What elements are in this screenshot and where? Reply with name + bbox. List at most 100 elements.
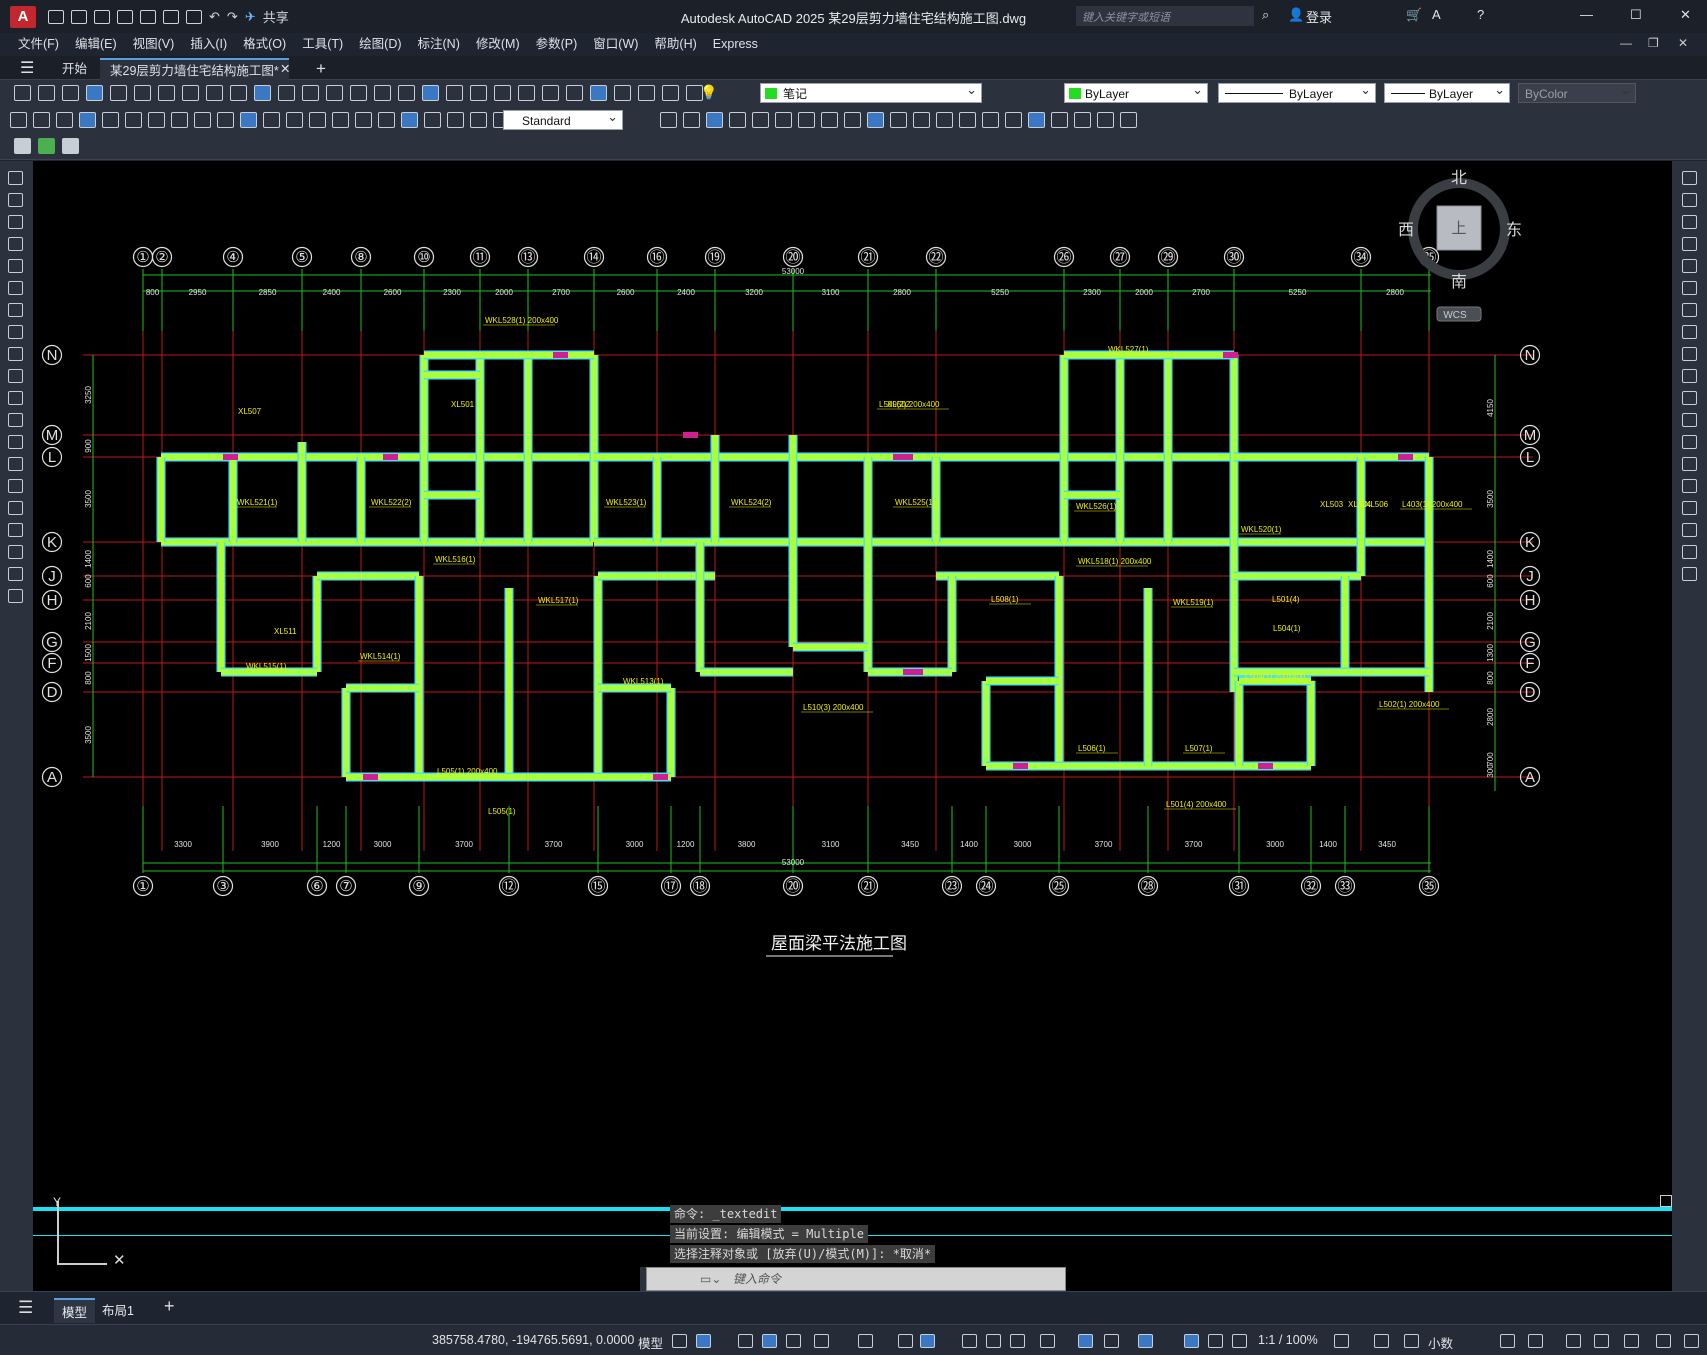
standard-tool-26-icon[interactable] — [638, 85, 655, 101]
draw-tool-19-icon[interactable] — [447, 112, 464, 128]
lock-ui-icon[interactable] — [1528, 1334, 1543, 1348]
standard-tool-5-icon[interactable] — [134, 85, 151, 101]
standard-tool-21-icon[interactable] — [518, 85, 535, 101]
close-button[interactable]: ✕ — [1680, 7, 1691, 23]
auto-scale-icon[interactable] — [1208, 1334, 1223, 1348]
menu-draw[interactable]: 绘图(D) — [351, 33, 409, 56]
text-style-dropdown[interactable]: Standard — [503, 107, 623, 130]
menu-format[interactable]: 格式(O) — [235, 33, 294, 56]
draw-tool-20-icon[interactable] — [470, 112, 487, 128]
standard-tool-4-icon[interactable] — [110, 85, 127, 101]
linetype-dropdown[interactable]: ByLayer — [1218, 80, 1376, 103]
3d-osnap-icon[interactable] — [1040, 1334, 1055, 1348]
infer-constraints-icon[interactable] — [738, 1334, 753, 1348]
modify-palette-142-icon[interactable] — [1682, 303, 1697, 317]
standard-tool-9-icon[interactable] — [230, 85, 247, 101]
menu-edit[interactable]: 编辑(E) — [67, 33, 125, 56]
draw-tool-31-icon[interactable] — [867, 112, 884, 128]
draw-tool-18-icon[interactable] — [424, 112, 441, 128]
cart-icon[interactable]: 🛒 — [1406, 7, 1422, 23]
annotation-visibility-icon[interactable] — [1184, 1334, 1199, 1348]
draw-palette-208-icon[interactable] — [8, 369, 23, 383]
undo-icon[interactable]: ↶ — [209, 9, 220, 25]
help-icon[interactable]: ? — [1477, 7, 1484, 22]
modify-palette-10-icon[interactable] — [1682, 171, 1697, 185]
draw-tool-27-icon[interactable] — [775, 112, 792, 128]
modify-palette-120-icon[interactable] — [1682, 281, 1697, 295]
menu-file[interactable]: 文件(F) — [10, 33, 67, 56]
plotstyle-dropdown[interactable]: ByColor — [1518, 80, 1636, 103]
modify-palette-384-icon[interactable] — [1682, 545, 1697, 559]
modify-palette-54-icon[interactable] — [1682, 215, 1697, 229]
standard-tool-15-icon[interactable] — [374, 85, 391, 101]
layout-menu-icon[interactable]: ☰ — [18, 1298, 33, 1318]
draw-palette-384-icon[interactable] — [8, 545, 23, 559]
draw-tool-12-icon[interactable] — [286, 112, 303, 128]
annotation-scale-icon[interactable] — [1232, 1334, 1247, 1348]
draw-tool-7-icon[interactable] — [171, 112, 188, 128]
draw-tool-9-icon[interactable] — [217, 112, 234, 128]
modify-palette-274-icon[interactable] — [1682, 435, 1697, 449]
units-icon[interactable] — [1404, 1334, 1419, 1348]
standard-tool-14-icon[interactable] — [350, 85, 367, 101]
gizmo-icon[interactable] — [1138, 1334, 1153, 1348]
standard-tool-20-icon[interactable] — [494, 85, 511, 101]
draw-tool-33-icon[interactable] — [913, 112, 930, 128]
clean-screen-icon[interactable] — [1624, 1334, 1639, 1348]
print-icon[interactable] — [186, 9, 202, 24]
standard-tool-3-icon[interactable] — [86, 85, 103, 101]
draw-tool-24-icon[interactable] — [706, 112, 723, 128]
modify-palette-98-icon[interactable] — [1682, 259, 1697, 273]
draw-tool-30-icon[interactable] — [844, 112, 861, 128]
doc-close-button[interactable]: ✕ — [1678, 36, 1688, 50]
quick-properties-icon[interactable] — [1500, 1334, 1515, 1348]
tab-document[interactable]: 某29层剪力墙住宅结构施工图* — [100, 58, 289, 80]
draw-palette-406-icon[interactable] — [8, 567, 23, 581]
snap-icon[interactable] — [696, 1334, 711, 1348]
graphics-performance-icon[interactable] — [1594, 1334, 1609, 1348]
annotation-scale-value[interactable]: 1:1 / 100% — [1258, 1333, 1318, 1347]
draw-tool-8-icon[interactable] — [194, 112, 211, 128]
draw-tool-22-icon[interactable] — [660, 112, 677, 128]
edit-icon[interactable] — [14, 138, 31, 154]
standard-tool-13-icon[interactable] — [326, 85, 343, 101]
coordinate-readout[interactable]: 385758.4780, -194765.5691, 0.0000 — [432, 1333, 634, 1347]
search-icon[interactable]: ⌕ — [1262, 7, 1269, 23]
draw-tool-39-icon[interactable] — [1051, 112, 1068, 128]
modify-palette-230-icon[interactable] — [1682, 391, 1697, 405]
standard-tool-10-icon[interactable] — [254, 85, 271, 101]
draw-palette-428-icon[interactable] — [8, 589, 23, 603]
draw-tool-2-icon[interactable] — [56, 112, 73, 128]
menu-tools[interactable]: 工具(T) — [294, 33, 351, 56]
draw-palette-230-icon[interactable] — [8, 391, 23, 405]
cmd-prompt-icon[interactable]: ▭⌄ — [700, 1272, 721, 1286]
menu-help[interactable]: 帮助(H) — [646, 33, 704, 56]
polar-icon[interactable] — [814, 1334, 829, 1348]
draw-tool-38-icon[interactable] — [1028, 112, 1045, 128]
draw-tool-26-icon[interactable] — [752, 112, 769, 128]
dynamic-input-icon[interactable] — [762, 1334, 777, 1348]
draw-tool-40-icon[interactable] — [1074, 112, 1091, 128]
modify-palette-318-icon[interactable] — [1682, 479, 1697, 493]
maximize-button[interactable]: ☐ — [1630, 7, 1642, 23]
redo-icon[interactable]: ↷ — [227, 9, 238, 25]
menu-insert[interactable]: 插入(I) — [182, 33, 235, 56]
share-label[interactable]: 共享 — [263, 7, 289, 26]
standard-tool-25-icon[interactable] — [614, 85, 631, 101]
web-save-icon[interactable] — [140, 9, 156, 24]
stack-icon[interactable] — [62, 138, 79, 154]
autodesk-app-icon[interactable]: A — [1432, 7, 1441, 22]
draw-tool-37-icon[interactable] — [1005, 112, 1022, 128]
draw-tool-4-icon[interactable] — [102, 112, 119, 128]
open-icon[interactable] — [71, 9, 87, 24]
doc-minimize-button[interactable]: — — [1620, 36, 1632, 50]
draw-tool-32-icon[interactable] — [890, 112, 907, 128]
draw-palette-252-icon[interactable] — [8, 413, 23, 427]
standard-tool-11-icon[interactable] — [278, 85, 295, 101]
draw-tool-23-icon[interactable] — [683, 112, 700, 128]
draw-palette-186-icon[interactable] — [8, 347, 23, 361]
modify-palette-164-icon[interactable] — [1682, 325, 1697, 339]
annotation-monitor-icon[interactable] — [1374, 1334, 1389, 1348]
grid-icon[interactable] — [672, 1334, 687, 1348]
doc-restore-button[interactable]: ❐ — [1648, 36, 1659, 50]
